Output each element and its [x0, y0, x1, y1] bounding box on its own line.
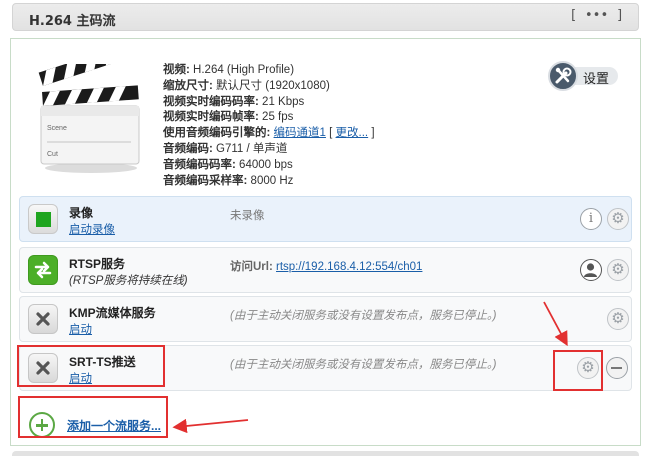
next-panel-header — [12, 451, 639, 456]
annotation-arrows — [172, 301, 568, 434]
